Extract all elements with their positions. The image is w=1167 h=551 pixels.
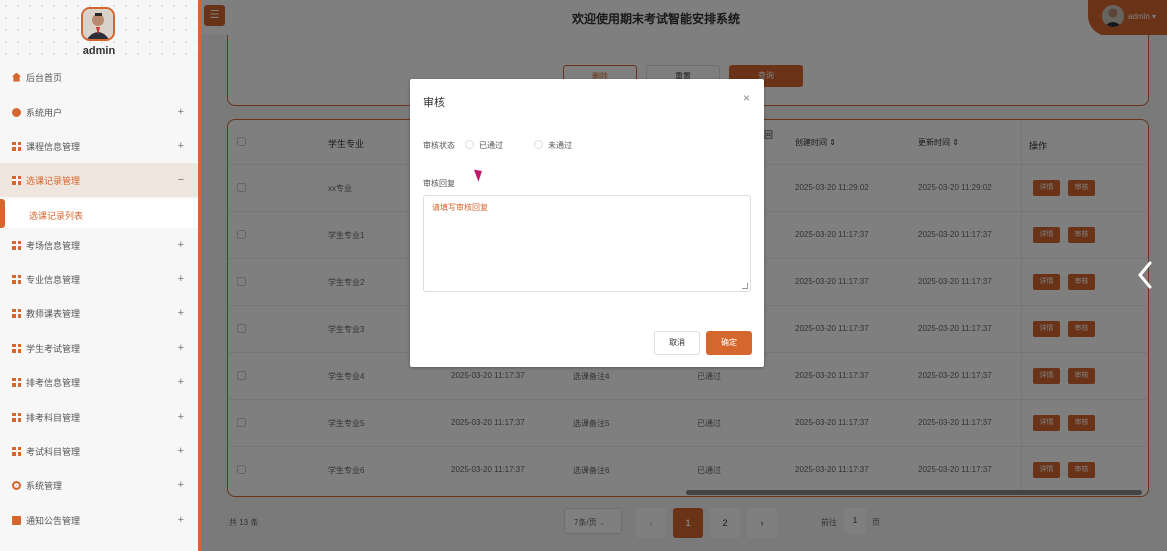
radio-rejected-label[interactable]: 未通过 [548, 140, 572, 151]
sidebar-item-4[interactable]: 考场信息管理 + [0, 228, 198, 262]
expand-toggle-icon[interactable]: + [178, 273, 184, 285]
sidebar-item-label: 学生考试管理 [26, 343, 81, 354]
sidebar-item-label: 排考信息管理 [26, 377, 81, 388]
radio-approved-label[interactable]: 已通过 [479, 140, 503, 151]
sidebar-item-6[interactable]: 教师课表管理 + [0, 296, 198, 330]
user-icon [12, 107, 21, 117]
cancel-button[interactable]: 取消 [654, 331, 700, 355]
audit-status-label: 审核状态 [423, 141, 455, 150]
expand-toggle-icon[interactable]: + [178, 514, 184, 526]
confirm-button[interactable]: 确定 [706, 331, 752, 355]
expand-toggle-icon[interactable]: + [178, 239, 184, 251]
dialog-title: 审核 [423, 97, 445, 109]
radio-rejected[interactable] [534, 140, 543, 149]
expand-toggle-icon[interactable]: − [178, 174, 184, 186]
admin-name: admin [82, 45, 116, 57]
audit-reply-textarea[interactable]: 请填写审核回复 [423, 195, 751, 292]
sidebar-item-label: 考场信息管理 [26, 240, 81, 251]
resize-handle-icon[interactable] [742, 283, 748, 289]
sidebar-item-5[interactable]: 专业信息管理 + [0, 262, 198, 296]
avatar-icon [83, 9, 113, 39]
sidebar-item-10[interactable]: 考试科目管理 + [0, 434, 198, 468]
expand-toggle-icon[interactable]: + [178, 411, 184, 423]
sidebar-item-label: 课程信息管理 [26, 141, 81, 152]
active-indicator [0, 199, 5, 228]
grid-icon [12, 240, 21, 250]
sidebar-item-label: 排考科目管理 [26, 412, 81, 423]
expand-toggle-icon[interactable]: + [178, 445, 184, 457]
sidebar-item-label: 后台首页 [26, 72, 63, 83]
sidebar-item-label: 通知公告管理 [26, 515, 81, 526]
house-icon [12, 72, 21, 82]
close-icon[interactable]: × [743, 91, 750, 105]
grid-icon [12, 274, 21, 284]
doc-icon [12, 515, 21, 525]
sidebar-item-1[interactable]: 系统用户 + [0, 95, 198, 129]
expand-toggle-icon[interactable]: + [178, 376, 184, 388]
audit-dialog: 审核 × 审核状态 已通过 未通过 审核回复 请填写审核回复 取消 确定 [410, 79, 764, 367]
expand-toggle-icon[interactable]: + [178, 342, 184, 354]
audit-reply-label: 审核回复 [423, 179, 455, 188]
grid-icon [12, 377, 21, 387]
audit-reply-placeholder: 请填写审核回复 [432, 203, 488, 212]
sidebar-item-9[interactable]: 排考科目管理 + [0, 400, 198, 434]
sidebar-item-label: 选课记录管理 [26, 175, 81, 186]
gear-icon [12, 480, 21, 490]
grid-icon [12, 412, 21, 422]
grid-icon [12, 343, 21, 353]
sidebar-item-12[interactable]: 通知公告管理 + [0, 503, 198, 537]
sidebar-item-11[interactable]: 系统管理 + [0, 468, 198, 502]
sidebar-subitem-course-record-list[interactable]: 选课记录列表 [0, 199, 198, 228]
sidebar-subitem-label: 选课记录列表 [29, 211, 84, 221]
sidebar-item-3[interactable]: 选课记录管理 − [0, 163, 198, 197]
expand-toggle-icon[interactable]: + [178, 479, 184, 491]
chevron-left-icon[interactable] [1137, 261, 1153, 289]
sidebar-item-label: 考试科目管理 [26, 446, 81, 457]
sidebar-item-label: 系统用户 [26, 107, 63, 118]
expand-toggle-icon[interactable]: + [178, 140, 184, 152]
sidebar-item-2[interactable]: 课程信息管理 + [0, 129, 198, 163]
grid-icon [12, 141, 21, 151]
sidebar-item-8[interactable]: 排考信息管理 + [0, 365, 198, 399]
grid-icon [12, 446, 21, 456]
sidebar: admin 后台首页 系统用户 + 课程信息管理 + 选课记录管理 − 考场信息管理 + 专业信息… [0, 0, 201, 551]
avatar[interactable] [81, 7, 115, 41]
sidebar-item-0[interactable]: 后台首页 [0, 60, 198, 94]
sidebar-item-7[interactable]: 学生考试管理 + [0, 331, 198, 365]
expand-toggle-icon[interactable]: + [178, 106, 184, 118]
sidebar-item-label: 系统管理 [26, 480, 63, 491]
expand-toggle-icon[interactable]: + [178, 307, 184, 319]
sidebar-item-label: 教师课表管理 [26, 308, 81, 319]
sidebar-item-label: 专业信息管理 [26, 274, 81, 285]
radio-approved[interactable] [465, 140, 474, 149]
grid-icon [12, 175, 21, 185]
grid-icon [12, 308, 21, 318]
